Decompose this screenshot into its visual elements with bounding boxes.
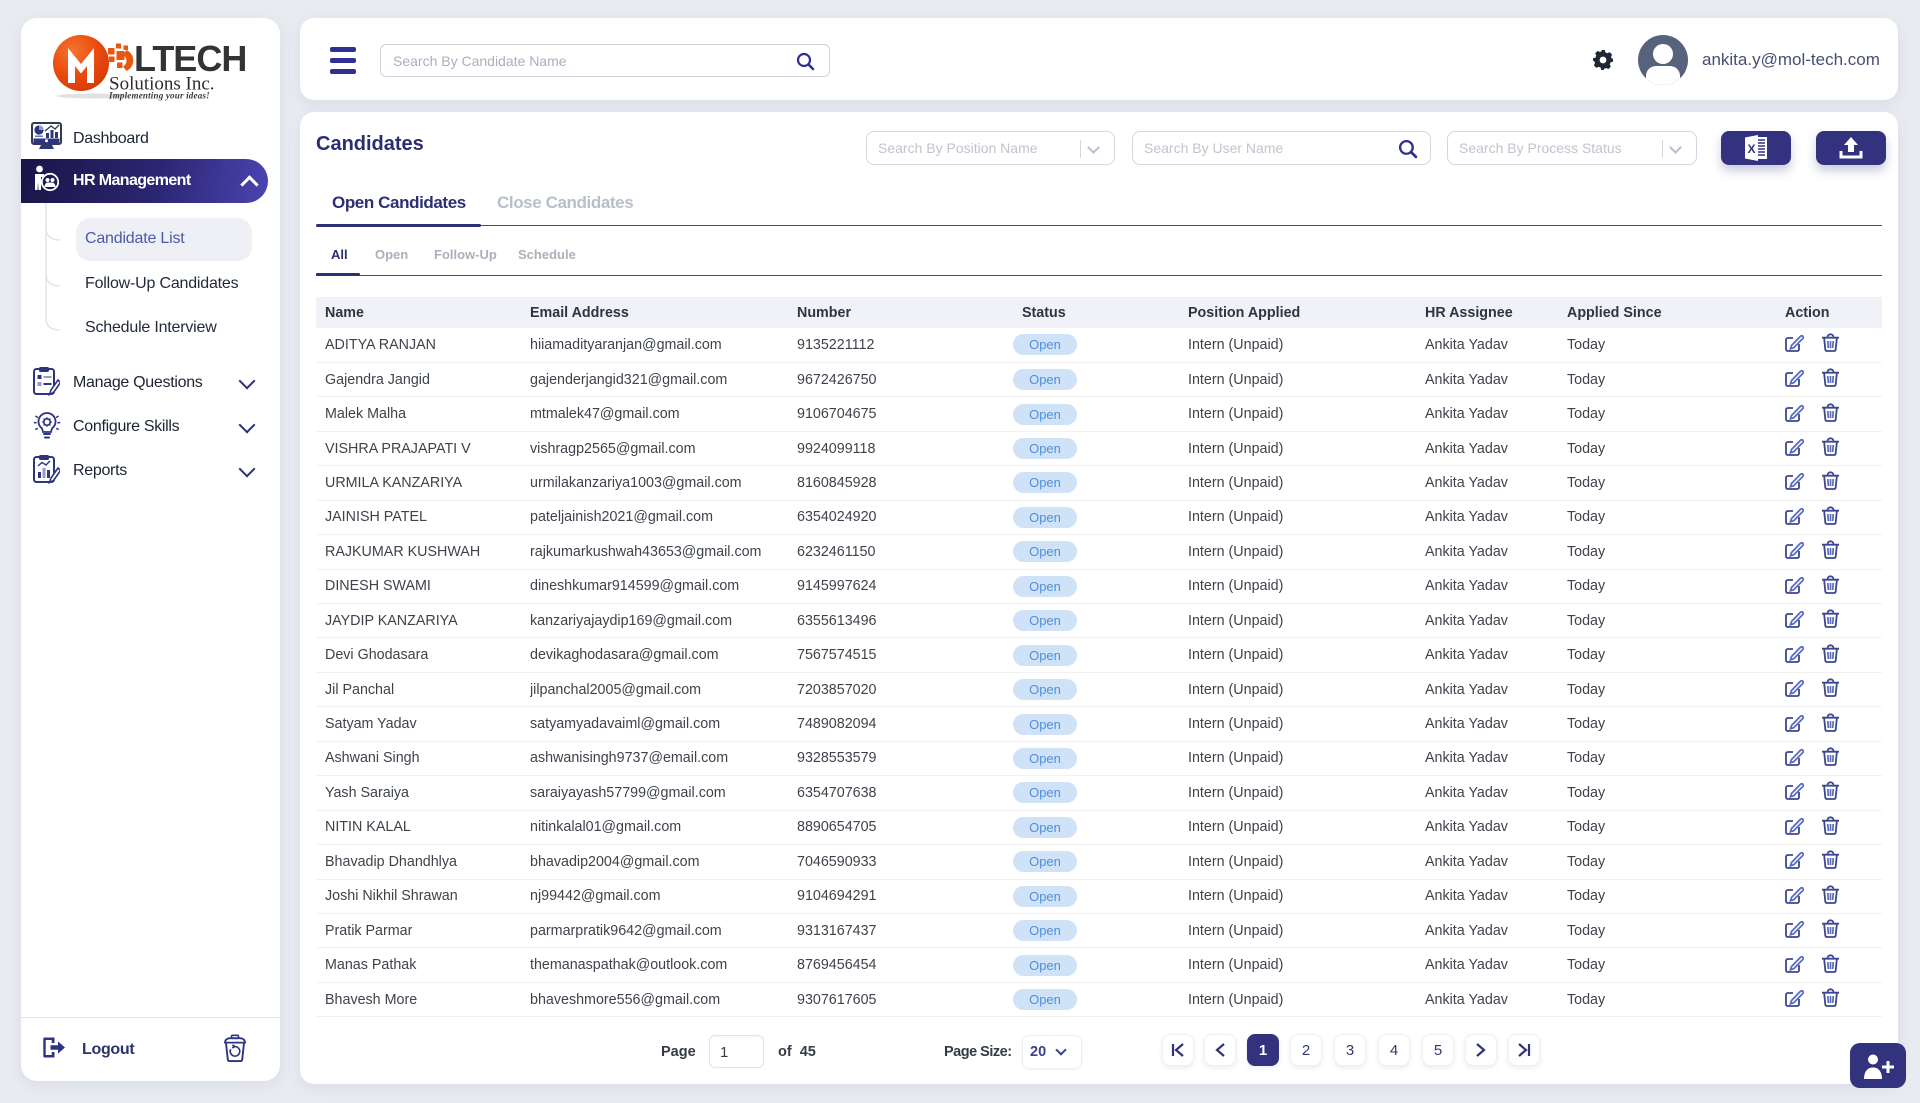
svg-text:X: X xyxy=(1748,142,1756,156)
svg-text:Implementing your ideas!: Implementing your ideas! xyxy=(108,91,210,101)
